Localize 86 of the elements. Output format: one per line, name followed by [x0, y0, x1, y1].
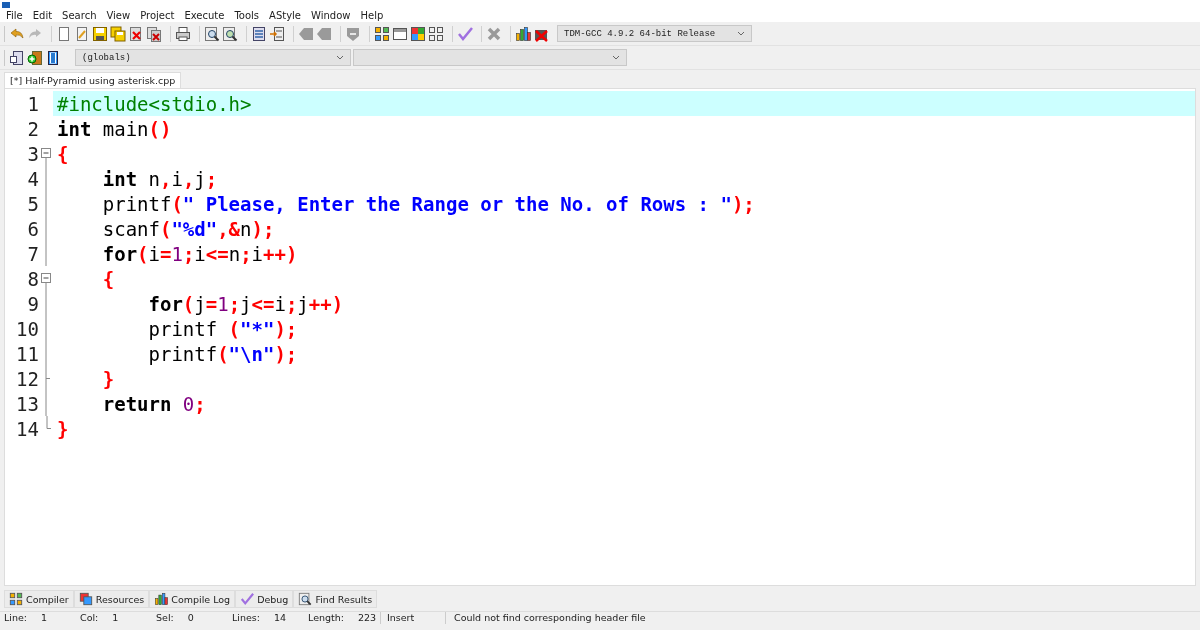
code-line: return 0;: [101, 391, 207, 416]
status-value: 14: [273, 612, 287, 624]
menu-item[interactable]: Window: [307, 9, 357, 21]
magnifier-icon[interactable]: [222, 25, 238, 42]
status-value: 1: [41, 612, 48, 624]
line-number: 1: [26, 92, 39, 115]
status-label: Line:: [4, 612, 27, 624]
panel-tab[interactable]: Find Results: [293, 590, 378, 608]
close-document-icon[interactable]: [128, 25, 144, 42]
menu-item[interactable]: Tools: [230, 9, 266, 21]
file-tab[interactable]: [*] Half-Pyramid using asterisk.cpp: [4, 72, 182, 88]
compiler-dropdown[interactable]: TDM-GCC 4.9.2 64-bit Release: [557, 25, 752, 42]
line-number: 9: [26, 292, 39, 315]
magnifier-icon[interactable]: [298, 592, 313, 606]
menu-item[interactable]: Edit: [28, 9, 59, 21]
line-number: 10: [15, 317, 39, 340]
edit-mode: Insert: [380, 612, 445, 624]
colored-window-icon[interactable]: [410, 25, 426, 42]
resources-icon[interactable]: [78, 592, 93, 606]
code-line: }: [56, 416, 70, 441]
status-message: Could not find corresponding header file: [445, 612, 646, 624]
code-line: int main(): [56, 116, 173, 141]
menu-item[interactable]: Help: [356, 9, 390, 21]
code-line: }: [101, 366, 116, 391]
code-line: {: [101, 266, 116, 291]
code-line: printf(" Please, Enter the Range or the No. of Rows : ");: [101, 191, 756, 216]
menu-item[interactable]: Execute: [180, 9, 231, 21]
menu-item[interactable]: File: [2, 9, 29, 21]
project-icon[interactable]: [9, 49, 25, 66]
app-icon: [2, 2, 10, 8]
open-document-icon[interactable]: [74, 25, 90, 42]
panel-tab[interactable]: Debug: [235, 590, 294, 608]
code-line: int n,i,j;: [101, 166, 219, 191]
menu-item[interactable]: AStyle: [265, 9, 308, 21]
panel-tab[interactable]: Compile Log: [149, 590, 236, 608]
unindent-icon[interactable]: [269, 25, 285, 42]
fold-end-icon: [46, 416, 51, 429]
line-number: 3: [26, 142, 39, 165]
line-number: 13: [15, 392, 39, 415]
line-number: 8: [26, 267, 39, 290]
caret-icon[interactable]: [336, 54, 344, 61]
code-line: {: [56, 141, 70, 166]
menu-item[interactable]: Project: [136, 9, 181, 21]
close-documents-icon[interactable]: [146, 25, 162, 42]
line-number: 11: [15, 342, 39, 365]
panel-tab[interactable]: Resources: [73, 590, 150, 608]
check-mark-icon[interactable]: [457, 25, 473, 42]
code-line: printf ("*");: [147, 316, 299, 341]
code-line: for(i=1;i<=n;i++): [101, 241, 299, 266]
add-file-icon[interactable]: [27, 49, 43, 66]
code-line: printf("\n");: [147, 341, 299, 366]
colored-grid-icon[interactable]: [374, 25, 390, 42]
bar-chart-icon[interactable]: [154, 592, 169, 606]
status-label: Length:: [308, 612, 344, 624]
window-icon[interactable]: [392, 25, 408, 42]
menu-item[interactable]: Search: [58, 9, 103, 21]
code-line: scanf("%d",&n);: [101, 216, 276, 241]
book-icon[interactable]: [45, 49, 61, 66]
line-number: 6: [26, 217, 39, 240]
colored-grid-icon[interactable]: [9, 592, 23, 606]
floppy-disks-icon[interactable]: [110, 25, 126, 42]
status-label: Sel:: [156, 612, 174, 624]
status-label: Col:: [80, 612, 99, 624]
line-number: 5: [26, 192, 39, 215]
line-number: 14: [15, 417, 39, 440]
status-value: 1: [112, 612, 119, 624]
document-icon[interactable]: [56, 25, 72, 42]
scope-dropdown[interactable]: (globals): [75, 49, 351, 66]
printer-icon[interactable]: [175, 25, 191, 42]
caret-icon[interactable]: [737, 30, 745, 37]
code-line: for(j=1;j<=i;j++): [147, 291, 345, 316]
bar-chart-icon[interactable]: [515, 25, 531, 42]
menu-item[interactable]: View: [102, 9, 137, 21]
line-number: 12: [15, 367, 39, 390]
check-mark-icon[interactable]: [240, 592, 255, 606]
panel-tab[interactable]: Compiler: [4, 590, 74, 608]
magnifier-icon[interactable]: [204, 25, 220, 42]
indent-icon[interactable]: [251, 25, 267, 42]
status-label: Lines:: [232, 612, 260, 624]
status-value: 0: [187, 612, 194, 624]
status-value: 223: [357, 612, 377, 624]
line-number: 4: [26, 167, 39, 190]
grid-icon[interactable]: [428, 25, 444, 42]
line-number: 7: [26, 242, 39, 265]
line-number: 2: [26, 117, 39, 140]
caret-icon[interactable]: [612, 54, 620, 61]
